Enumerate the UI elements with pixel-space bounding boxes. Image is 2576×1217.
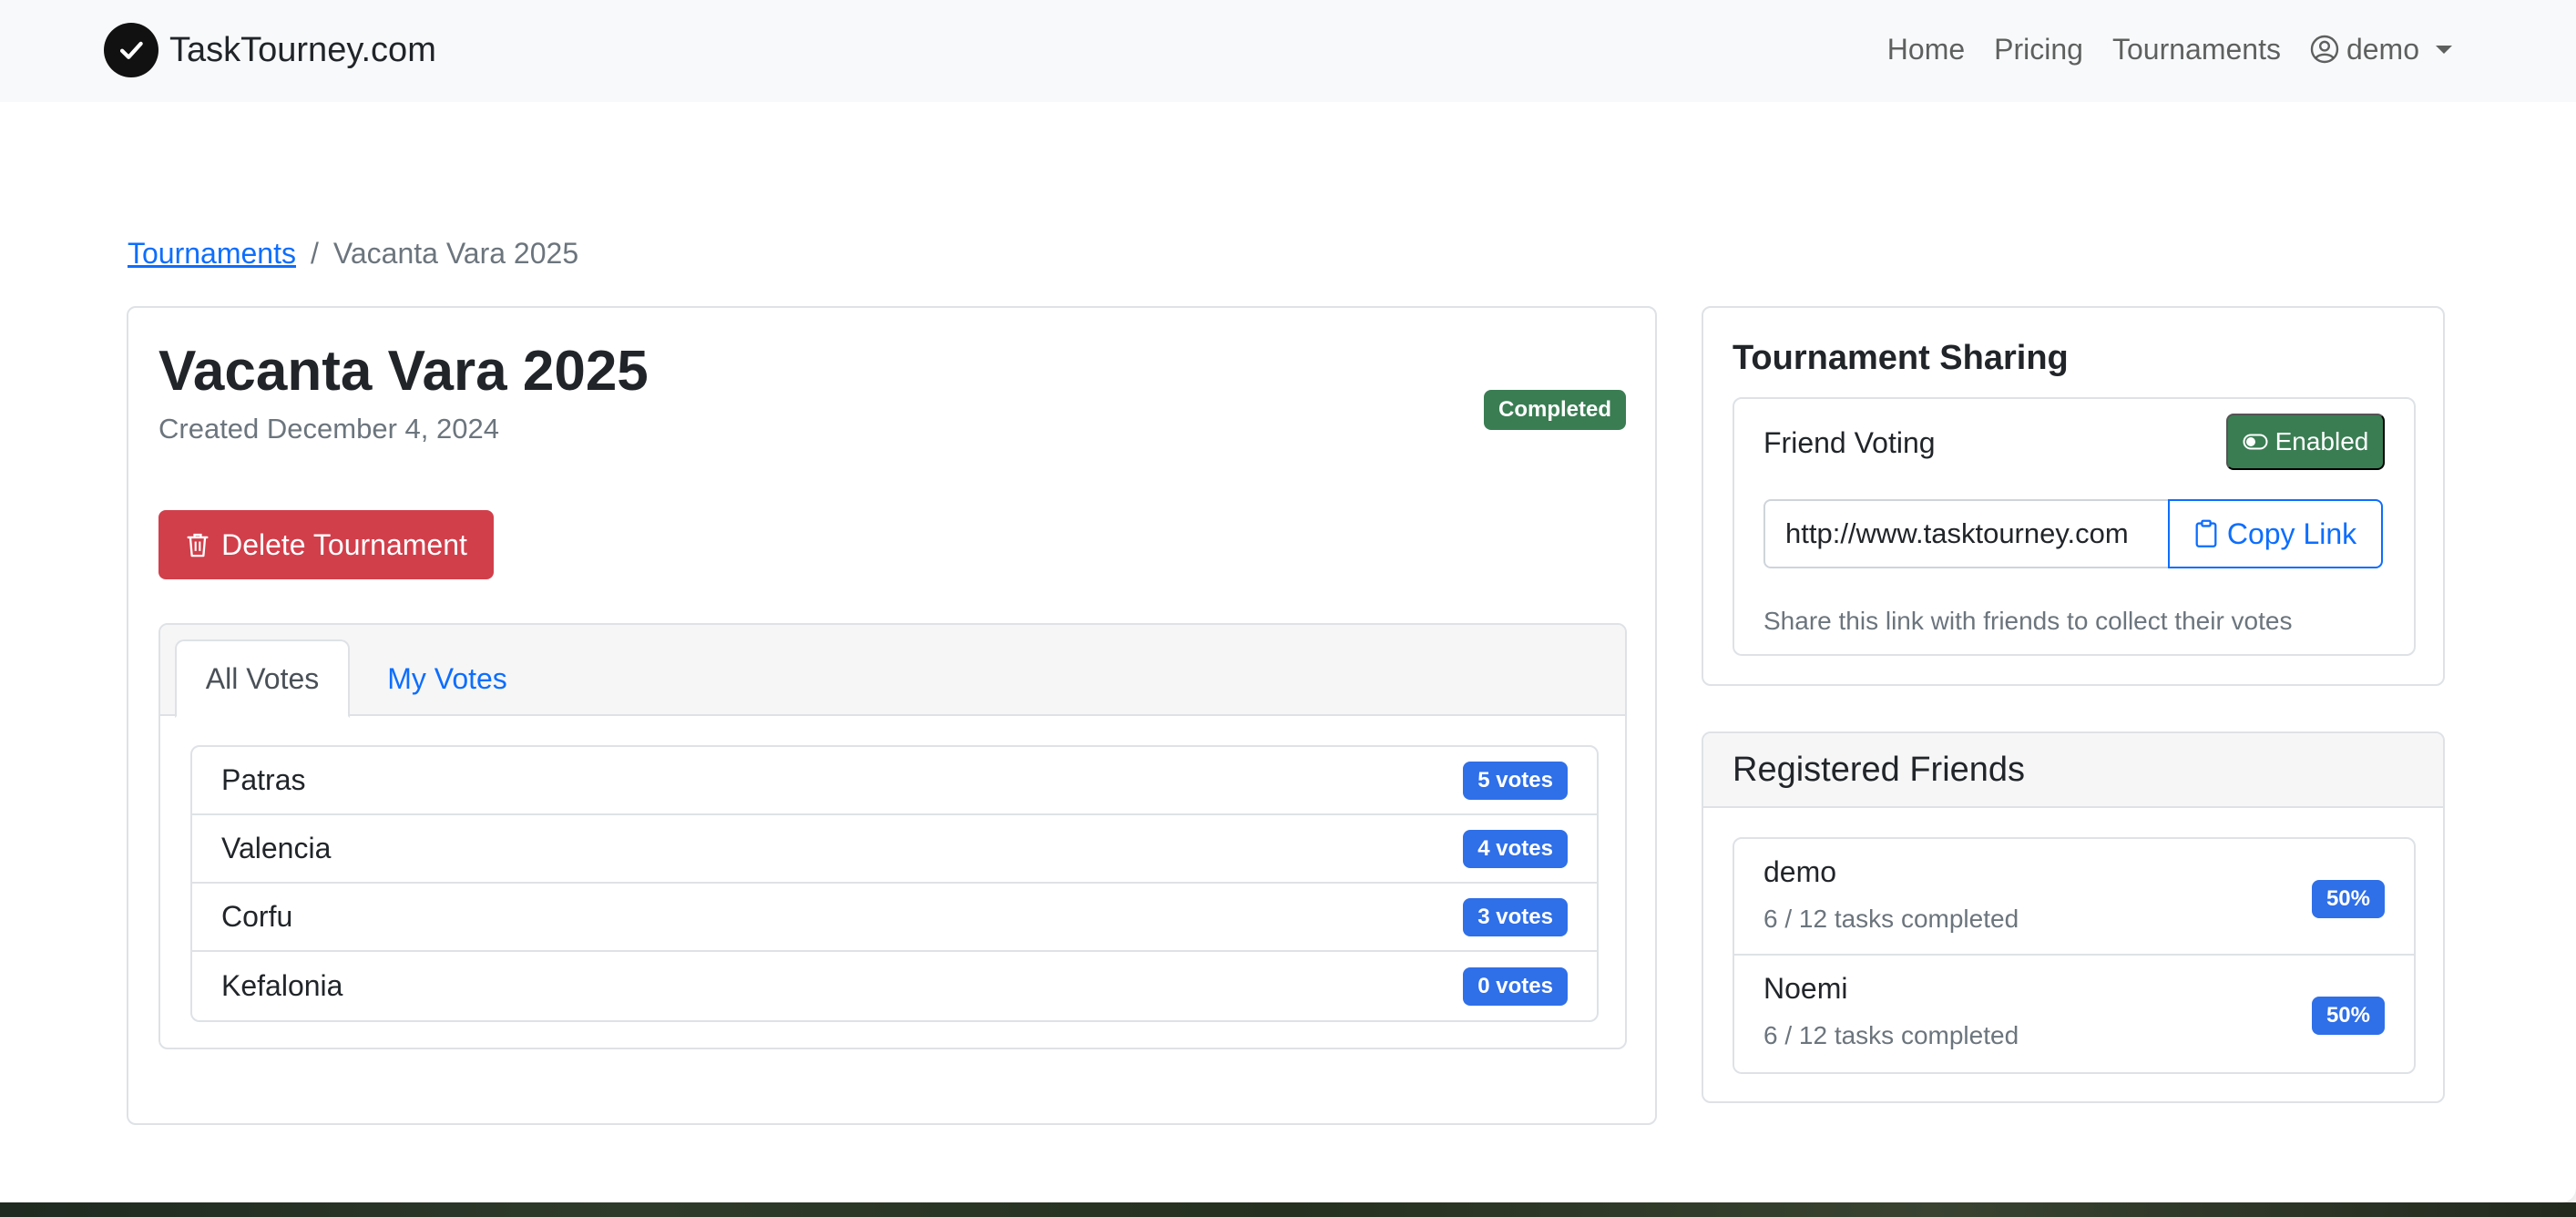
delete-label: Delete Tournament bbox=[221, 527, 467, 561]
votes-tabs: All Votes My Votes bbox=[160, 625, 1625, 718]
clipboard-icon bbox=[2195, 519, 2217, 547]
page: TaskTourney.com Home Pricing Tournaments… bbox=[0, 0, 2576, 1202]
friend-name: demo bbox=[1763, 855, 1837, 888]
friend-voting-panel: Friend Voting Enabled Copy Link Share th… bbox=[1733, 397, 2416, 656]
list-item: Patras 5 votes bbox=[192, 747, 1597, 815]
toggle-on-icon bbox=[2243, 434, 2268, 450]
delete-tournament-button[interactable]: Delete Tournament bbox=[158, 510, 494, 579]
vote-option-name: Corfu bbox=[221, 900, 293, 933]
brand-link[interactable]: TaskTourney.com bbox=[104, 22, 436, 78]
list-item: Corfu 3 votes bbox=[192, 884, 1597, 952]
list-item: Noemi 6 / 12 tasks completed 50% bbox=[1734, 956, 2414, 1072]
trash-icon bbox=[187, 533, 209, 557]
chevron-down-icon bbox=[2436, 45, 2452, 54]
list-item: Kefalonia 0 votes bbox=[192, 952, 1597, 1020]
vote-count-badge: 0 votes bbox=[1463, 966, 1568, 1006]
status-badge: Completed bbox=[1483, 390, 1626, 430]
friend-voting-label: Friend Voting bbox=[1763, 426, 1936, 459]
completion-badge: 50% bbox=[2311, 997, 2385, 1035]
breadcrumb: Tournaments / Vacanta Vara 2025 bbox=[128, 237, 578, 271]
registered-friends-card: Registered Friends demo 6 / 12 tasks com… bbox=[1702, 731, 2445, 1103]
vote-option-name: Kefalonia bbox=[221, 969, 343, 1002]
user-name: demo bbox=[2346, 32, 2419, 66]
vote-count-badge: 4 votes bbox=[1463, 829, 1568, 868]
copy-link-label: Copy Link bbox=[2226, 516, 2357, 550]
copy-link-button[interactable]: Copy Link bbox=[2168, 499, 2383, 568]
enabled-label: Enabled bbox=[2274, 427, 2369, 455]
list-item: demo 6 / 12 tasks completed 50% bbox=[1734, 839, 2414, 956]
vote-option-name: Valencia bbox=[221, 832, 332, 864]
vote-count-badge: 3 votes bbox=[1463, 897, 1568, 936]
vote-option-name: Patras bbox=[221, 763, 306, 796]
friend-progress: 6 / 12 tasks completed bbox=[1763, 1021, 2019, 1049]
tab-my-votes[interactable]: My Votes bbox=[379, 639, 516, 718]
sharing-title: Tournament Sharing bbox=[1733, 339, 2069, 377]
breadcrumb-separator: / bbox=[310, 237, 319, 270]
votes-card: All Votes My Votes Patras 5 votes Valenc… bbox=[158, 623, 1627, 1049]
friend-name: Noemi bbox=[1763, 972, 1848, 1005]
breadcrumb-tournaments-link[interactable]: Tournaments bbox=[128, 237, 296, 271]
friends-title: Registered Friends bbox=[1733, 750, 2026, 789]
user-circle-icon bbox=[2310, 35, 2339, 64]
created-date: Created December 4, 2024 bbox=[158, 413, 499, 445]
vote-count-badge: 5 votes bbox=[1463, 761, 1568, 800]
tournament-sharing-card: Tournament Sharing Friend Voting Enabled… bbox=[1702, 306, 2445, 686]
user-menu-toggle[interactable]: demo bbox=[2310, 33, 2452, 66]
vote-list: Patras 5 votes Valencia 4 votes Corfu 3 … bbox=[190, 745, 1599, 1022]
check-circle-icon bbox=[104, 23, 158, 77]
tab-all-votes[interactable]: All Votes bbox=[175, 639, 350, 718]
tournament-card: Vacanta Vara 2025 Created December 4, 20… bbox=[127, 306, 1657, 1125]
list-item: Valencia 4 votes bbox=[192, 815, 1597, 884]
friend-progress: 6 / 12 tasks completed bbox=[1763, 905, 2019, 933]
nav-links: Home Pricing Tournaments demo bbox=[1887, 22, 2452, 77]
friend-list: demo 6 / 12 tasks completed 50% Noemi 6 … bbox=[1733, 837, 2416, 1074]
friend-voting-toggle-button[interactable]: Enabled bbox=[2226, 414, 2385, 470]
nav-link-pricing[interactable]: Pricing bbox=[1994, 33, 2083, 66]
nav-link-home[interactable]: Home bbox=[1887, 33, 1965, 66]
share-help-text: Share this link with friends to collect … bbox=[1763, 607, 2293, 635]
background-strip bbox=[0, 1202, 2576, 1217]
breadcrumb-current: Vacanta Vara 2025 bbox=[332, 237, 579, 270]
brand-name: TaskTourney.com bbox=[169, 30, 436, 69]
completion-badge: 50% bbox=[2311, 880, 2385, 918]
friends-header: Registered Friends bbox=[1703, 733, 2443, 808]
page-title: Vacanta Vara 2025 bbox=[158, 340, 649, 403]
navbar: TaskTourney.com Home Pricing Tournaments… bbox=[0, 0, 2576, 102]
nav-link-tournaments[interactable]: Tournaments bbox=[2112, 33, 2281, 66]
share-link-input[interactable] bbox=[1763, 499, 2170, 568]
